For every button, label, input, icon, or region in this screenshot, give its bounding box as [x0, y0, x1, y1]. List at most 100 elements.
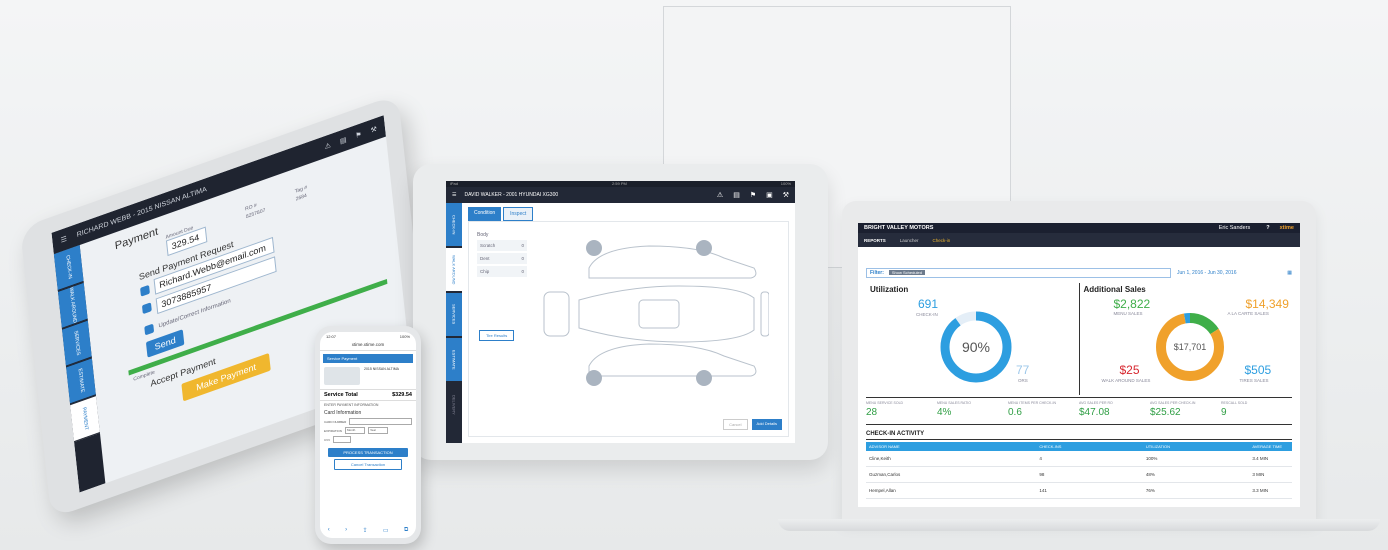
filter-label: Filter: — [870, 269, 884, 276]
month-select[interactable]: Month — [344, 427, 365, 434]
metrics-panels: Utilization 691 CHECK-IN 90% 77 ORS Addi… — [866, 283, 1292, 395]
flag-icon[interactable]: ⚑ — [750, 191, 756, 199]
damage-row[interactable]: Dent 0 — [477, 253, 527, 264]
checkin-activity: CHECK-IN ACTIVITY ADVISOR NAME CHECK-INS… — [866, 429, 1292, 507]
help-icon[interactable]: ? — [1266, 225, 1269, 231]
column-header[interactable]: CHECK-INS — [1036, 442, 1143, 451]
process-transaction-button[interactable]: PROCESS TRANSACTION — [328, 448, 408, 457]
warning-icon[interactable]: ⚠ — [324, 141, 331, 151]
tab-inspect[interactable]: Inspect — [503, 207, 534, 221]
document-icon[interactable]: ▤ — [733, 191, 740, 199]
section-header: Service Payment — [323, 354, 413, 363]
column-header[interactable]: AVERAGE TIME — [1249, 442, 1292, 451]
browser-toolbar: ‹ › ⇪ ▭ ⧉ — [320, 527, 416, 534]
dashboard-screen: BRIGHT VALLEY MOTORS Eric Sanders ? xtim… — [858, 223, 1300, 507]
phone-checkbox[interactable] — [141, 302, 152, 315]
email-checkbox[interactable] — [140, 284, 150, 297]
filter-tag[interactable]: Show Scheduled — [888, 270, 925, 275]
add-details-button[interactable]: Add Details — [751, 419, 782, 430]
inspection-screen: iPad 2:59 PM 100% ☰ DAVID WALKER - 2001 … — [446, 181, 795, 443]
calendar-icon[interactable]: ▦ — [1287, 270, 1292, 276]
tires-label: TIRES SALES — [1239, 378, 1269, 383]
tool-icon[interactable]: ⚒ — [370, 125, 377, 135]
phone: 12:07 100% xtime.xtime.com Service Payme… — [315, 326, 421, 544]
walkaround-label: WALK AROUND SALES — [1101, 378, 1151, 383]
damage-row[interactable]: Chip 0 — [477, 266, 527, 277]
bookmarks-icon[interactable]: ▭ — [383, 527, 389, 534]
make-payment-button[interactable]: Make Payment — [181, 352, 271, 402]
column-header[interactable]: UTILIZATION — [1142, 442, 1250, 451]
tires-value: $505 — [1244, 363, 1272, 377]
card-number-label: CARD NUMBER — [324, 419, 347, 424]
checkin-label: CHECK-IN — [916, 312, 938, 317]
damage-row[interactable]: Scratch 0 — [477, 240, 527, 251]
update-checkbox[interactable] — [144, 323, 155, 336]
utilization-donut: 90% — [940, 311, 1012, 383]
service-total-label: Service Total — [324, 392, 358, 398]
phone-battery: 100% — [399, 334, 410, 339]
tab-walk-around[interactable]: WALK AROUND — [446, 248, 462, 292]
expiration-row: EXPIRATION Month Year — [320, 426, 416, 435]
nav-reports[interactable]: REPORTS — [864, 238, 886, 243]
table-row[interactable]: Guzman,Carlos 98 48% 3 MIN — [866, 466, 1292, 483]
cancel-transaction-button[interactable]: Cancel Transaction — [334, 459, 402, 470]
inspection-header: ☰ DAVID WALKER - 2001 HYUNDAI XG300 ⚠ ▤ … — [446, 187, 795, 203]
tab-payment[interactable]: PAYMENT — [70, 396, 100, 443]
menu-sales-value: $2,822 — [1113, 297, 1151, 311]
back-icon[interactable]: ‹ — [328, 527, 330, 534]
nav-check-in[interactable]: Check-in — [933, 238, 951, 243]
vehicle-summary: 2015 NISSAN ALTIMA — [320, 363, 416, 389]
url-bar[interactable]: xtime.xtime.com — [320, 340, 416, 351]
vehicle-name: 2015 NISSAN ALTIMA — [364, 367, 399, 371]
warning-icon[interactable]: ⚠ — [717, 191, 723, 199]
inspection-sidebar: CHECK-IN WALK AROUND SERVICES ESTIMATE D… — [446, 203, 462, 443]
sales-donut: $17,701 — [1155, 313, 1224, 381]
share-icon[interactable]: ⇪ — [362, 527, 367, 534]
year-select[interactable]: Year — [367, 427, 388, 434]
kpi-row: MENU SERVICE SOLD 28 MENU SALES RATIO 4% M… — [866, 397, 1292, 425]
inspection-actions: Cancel Add Details — [723, 419, 782, 430]
dashboard-nav: REPORTS Launcher Check-in — [858, 233, 1300, 247]
flag-icon[interactable]: ⚑ — [355, 130, 362, 140]
cvv-label: CVV — [324, 437, 331, 442]
user-name[interactable]: Eric Sanders — [1219, 225, 1251, 231]
menu-icon[interactable]: ☰ — [452, 192, 456, 198]
tab-estimate[interactable]: ESTIMATE — [446, 338, 462, 382]
date-range[interactable]: Jun 1, 2016 - Jun 30, 2016 — [1177, 270, 1237, 276]
sales-title: Additional Sales — [1083, 285, 1146, 294]
monitor-icon[interactable]: ▣ — [766, 191, 773, 199]
tab-services[interactable]: SERVICES — [446, 293, 462, 337]
battery: 100% — [780, 181, 791, 186]
tab-condition[interactable]: Condition — [468, 207, 502, 221]
service-total-row: Service Total $329.54 — [320, 389, 416, 401]
phone-screen: 12:07 100% xtime.xtime.com Service Payme… — [320, 332, 416, 538]
cancel-button[interactable]: Cancel — [723, 419, 748, 430]
filter-bar: Filter: Show Scheduled Jun 1, 2016 - Jun… — [866, 267, 1292, 278]
kpi-item: AVG SALES PER CHECK-IN $25.62 — [1150, 401, 1196, 418]
tabs-icon[interactable]: ⧉ — [404, 527, 408, 534]
table-row[interactable]: Cline,Keith 4 100% 3.4 MIN — [866, 451, 1292, 467]
tire-results-button[interactable]: Tire Results — [479, 330, 515, 341]
walkaround-value: $25 — [1119, 363, 1140, 377]
table-row[interactable]: Hempel,Allan 141 76% 3.3 MIN — [866, 482, 1292, 499]
forward-icon[interactable]: › — [345, 527, 347, 534]
sales-panel: Additional Sales $2,822 MENU SALES $14,3… — [1078, 283, 1293, 395]
body-label: Body — [477, 232, 489, 238]
checkin-value: 691 — [918, 297, 939, 311]
device-label: iPad — [450, 181, 459, 186]
tab-check-in[interactable]: CHECK-IN — [446, 203, 462, 247]
vehicle-diagram[interactable] — [529, 228, 769, 408]
wrench-icon[interactable]: ⚒ — [783, 191, 789, 199]
column-header[interactable]: ADVISOR NAME — [866, 442, 1037, 451]
filter-input[interactable]: Filter: Show Scheduled — [866, 267, 1171, 278]
activity-table: ADVISOR NAME CHECK-INS UTILIZATION AVERA… — [866, 442, 1292, 499]
card-number-input[interactable] — [349, 418, 412, 425]
tab-delivery[interactable]: DELIVERY — [446, 383, 462, 427]
nav-launcher[interactable]: Launcher — [900, 238, 919, 243]
document-icon[interactable]: ▤ — [339, 136, 347, 146]
cvv-input[interactable] — [333, 436, 352, 443]
menu-icon[interactable]: ☰ — [60, 235, 67, 245]
dealer-name[interactable]: BRIGHT VALLEY MOTORS — [864, 225, 933, 231]
xtime-logo: xtime — [1279, 225, 1294, 231]
utilization-percent: 90% — [962, 339, 990, 355]
